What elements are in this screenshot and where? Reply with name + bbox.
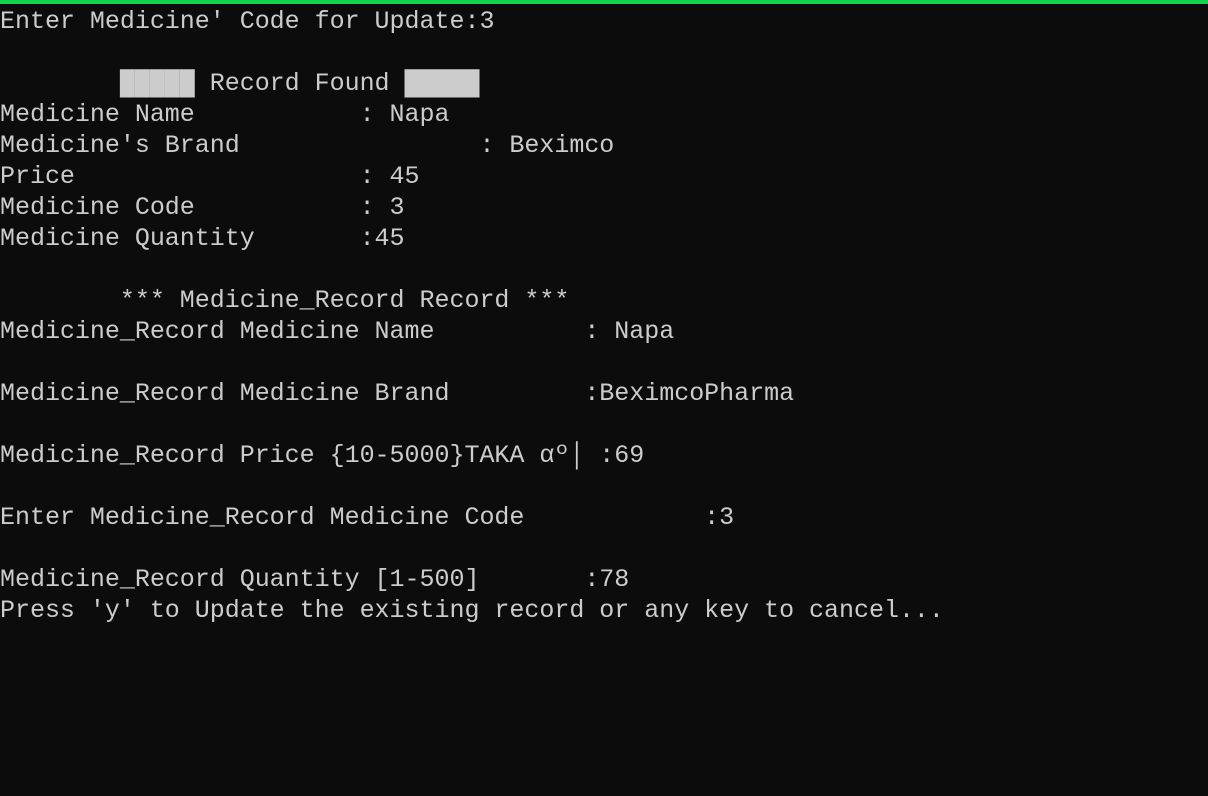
console-line-medicine-name: Medicine Name : Napa	[0, 100, 450, 129]
console-line-medicine-brand: Medicine's Brand : Beximco	[0, 131, 615, 160]
console-window: Enter Medicine' Code for Update:3 █████ …	[0, 0, 1208, 796]
console-line-medicine-code: Medicine Code : 3	[0, 193, 405, 222]
console-line-record-found: █████ Record Found █████	[0, 69, 480, 98]
console-line-blank	[0, 409, 1208, 440]
console-line-new-name: Medicine_Record Medicine Name : Napa	[0, 317, 675, 346]
console-line-new-quantity: Medicine_Record Quantity [1-500] :78	[0, 565, 630, 594]
console-output[interactable]: Enter Medicine' Code for Update:3 █████ …	[0, 4, 1208, 626]
console-line-blank	[0, 471, 1208, 502]
console-line-medicine-quantity: Medicine Quantity :45	[0, 224, 405, 253]
console-line-new-price: Medicine_Record Price {10-5000}TAKA αº│ …	[0, 441, 645, 470]
console-line-blank	[0, 37, 1208, 68]
console-line-new-brand: Medicine_Record Medicine Brand :BeximcoP…	[0, 379, 795, 408]
console-line-confirm-prompt: Press 'y' to Update the existing record …	[0, 596, 944, 625]
console-line-price: Price : 45	[0, 162, 420, 191]
console-line-blank	[0, 347, 1208, 378]
console-line-prompt-code: Enter Medicine' Code for Update:3	[0, 7, 495, 36]
console-line-blank	[0, 254, 1208, 285]
console-line-blank	[0, 533, 1208, 564]
console-line-new-code: Enter Medicine_Record Medicine Code :3	[0, 503, 735, 532]
console-line-record-header: *** Medicine_Record Record ***	[0, 286, 570, 315]
